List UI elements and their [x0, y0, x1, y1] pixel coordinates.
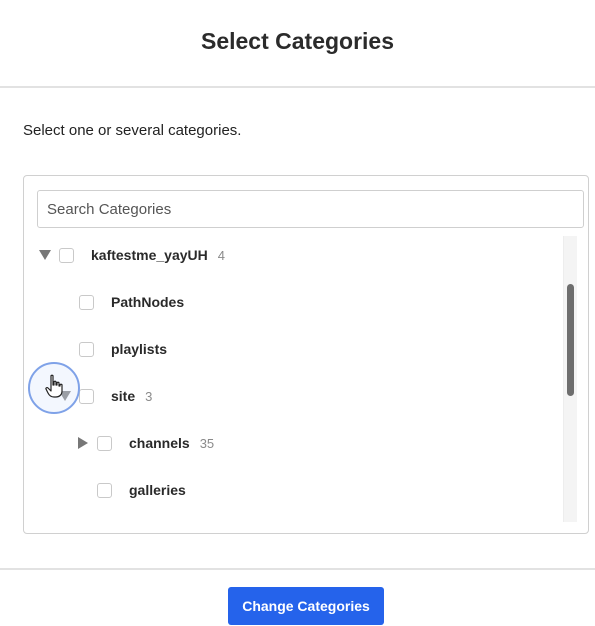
tree-node-label: site: [111, 388, 136, 404]
caret-down-icon[interactable]: [37, 247, 53, 263]
tree-node-galleries[interactable]: galleries: [97, 475, 186, 505]
tree-node-count: 35: [199, 435, 215, 451]
tree-node-channels[interactable]: channels 35: [75, 428, 214, 458]
tree-node-label: channels: [129, 435, 190, 451]
tree-node-count: 4: [217, 247, 225, 263]
tree-node-label: galleries: [129, 482, 186, 498]
tree-node-checkbox[interactable]: [79, 294, 94, 310]
tree-node-checkbox[interactable]: [97, 482, 112, 498]
tree-node-checkbox[interactable]: [79, 341, 94, 357]
tree-scrollbar[interactable]: [563, 236, 577, 522]
tree-node-checkbox[interactable]: [59, 247, 74, 263]
dialog-title: Select Categories: [200, 27, 395, 54]
tree-scrollbar-thumb[interactable]: [567, 284, 574, 396]
tree-node-pathnodes[interactable]: PathNodes: [79, 287, 184, 317]
dialog-instructions: Select one or several categories.: [23, 122, 242, 139]
tree-node-count: 3: [145, 388, 153, 404]
hand-pointer-icon: [44, 374, 64, 403]
tree-node-label: PathNodes: [111, 294, 185, 310]
tree-node-label: playlists: [111, 341, 168, 357]
category-tree: kaftestme_yayUH 4 PathNodes playlists si…: [24, 234, 560, 524]
tree-node-playlists[interactable]: playlists: [79, 334, 167, 364]
caret-right-icon[interactable]: [75, 435, 91, 451]
click-highlight: [28, 362, 80, 414]
search-categories-input[interactable]: [37, 190, 584, 228]
tree-node-label: kaftestme_yayUH: [91, 247, 208, 263]
tree-node-checkbox[interactable]: [97, 435, 112, 451]
dialog-header: Select Categories: [0, 0, 595, 88]
tree-node-kaftestme-yayuh[interactable]: kaftestme_yayUH 4: [37, 240, 225, 270]
category-tree-panel: kaftestme_yayUH 4 PathNodes playlists si…: [23, 175, 589, 534]
dialog-footer-divider: [0, 568, 595, 570]
tree-node-checkbox[interactable]: [79, 388, 94, 404]
select-categories-dialog: Select Categories Select one or several …: [0, 0, 595, 626]
change-categories-button[interactable]: Change Categories: [228, 587, 384, 625]
